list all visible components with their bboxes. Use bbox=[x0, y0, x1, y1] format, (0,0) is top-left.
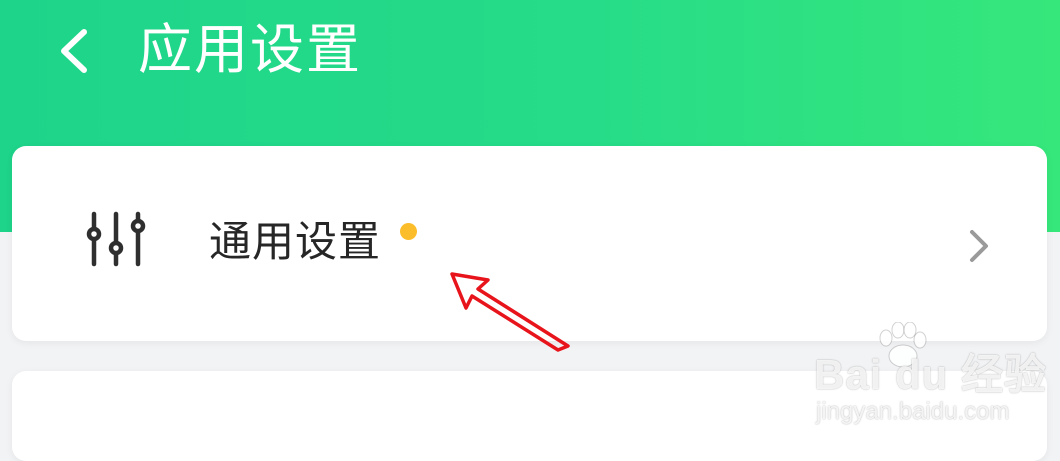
chevron-left-icon bbox=[61, 29, 87, 73]
page-title: 应用设置 bbox=[138, 18, 362, 81]
settings-item-general[interactable]: 通用设置 bbox=[12, 146, 1047, 341]
back-button[interactable] bbox=[52, 20, 102, 80]
sliders-icon bbox=[86, 208, 148, 270]
chevron-right-icon bbox=[962, 226, 992, 266]
settings-item-label: 通用设置 bbox=[209, 217, 382, 266]
settings-card-next[interactable] bbox=[12, 371, 1047, 461]
notification-dot bbox=[400, 223, 417, 240]
